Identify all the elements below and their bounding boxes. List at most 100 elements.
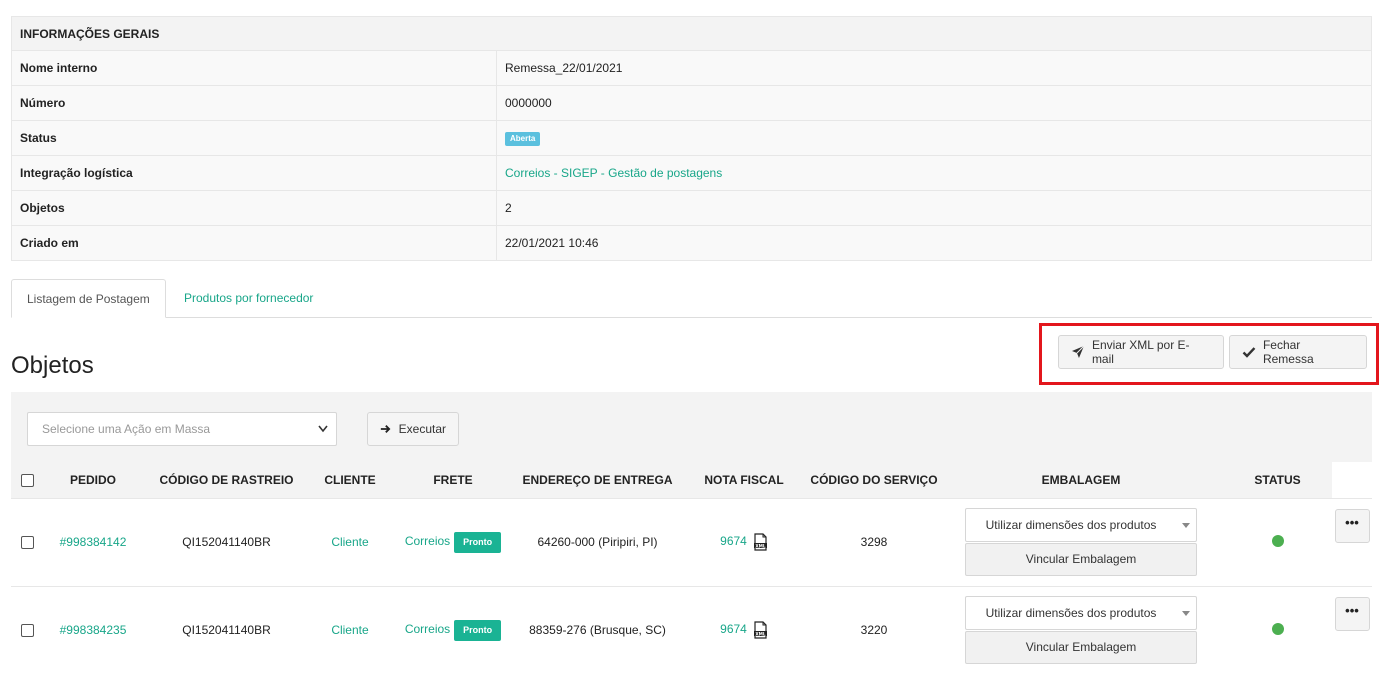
- column-header[interactable]: CLIENTE: [310, 462, 390, 498]
- freight-status-badge: Pronto: [454, 531, 502, 553]
- frete-cell: Correios Pronto: [390, 497, 516, 586]
- pedido-cell: #998384142: [43, 497, 143, 586]
- cliente-cell: Cliente: [310, 585, 390, 674]
- column-header[interactable]: NOTA FISCAL: [679, 462, 809, 498]
- carrier-label[interactable]: Correios: [405, 622, 450, 636]
- bulk-action-panel: Selecione uma Ação em Massa Executar: [11, 392, 1372, 462]
- info-value-nome-interno: Remessa_22/01/2021: [496, 50, 1372, 86]
- section-title: Objetos: [11, 352, 94, 379]
- select-all-cell: [11, 462, 43, 498]
- invoice-cell: 9674 XML: [679, 585, 809, 674]
- chevron-down-icon: [318, 413, 328, 458]
- tab-produtos-fornecedor[interactable]: Produtos por fornecedor: [169, 279, 328, 318]
- info-value-objetos: 2: [496, 190, 1372, 226]
- send-xml-email-button[interactable]: Enviar XML por E-mail: [1058, 335, 1224, 369]
- invoice-link[interactable]: 9674: [720, 622, 747, 636]
- column-header[interactable]: FRETE: [390, 462, 516, 498]
- packaging-select-value: Utilizar dimensões dos produtos: [985, 606, 1157, 621]
- arrow-right-icon: [380, 425, 391, 433]
- column-header[interactable]: PEDIDO: [43, 462, 143, 498]
- column-header[interactable]: STATUS: [1223, 462, 1332, 498]
- info-label: Objetos: [11, 190, 497, 226]
- order-link[interactable]: #998384235: [60, 623, 127, 637]
- execute-button[interactable]: Executar: [367, 412, 459, 446]
- service-code: 3220: [809, 585, 939, 674]
- integration-link[interactable]: Correios - SIGEP - Gestão de postagens: [505, 166, 722, 180]
- status-badge: Aberta: [505, 132, 541, 146]
- info-label: Criado em: [11, 225, 497, 261]
- packaging-select[interactable]: Utilizar dimensões dos produtos: [965, 508, 1197, 542]
- bulk-action-select[interactable]: Selecione uma Ação em Massa: [27, 412, 337, 446]
- info-value-numero: 0000000: [496, 85, 1372, 121]
- svg-text:XML: XML: [755, 632, 766, 638]
- column-header[interactable]: ENDEREÇO DE ENTREGA: [516, 462, 679, 498]
- packaging-cell: Utilizar dimensões dos produtos Vincular…: [939, 497, 1223, 586]
- row-select-cell: [11, 497, 43, 586]
- general-info-heading: INFORMAÇÕES GERAIS: [11, 16, 1372, 51]
- select-all-checkbox[interactable]: [20, 473, 34, 487]
- more-options-button[interactable]: •••: [1334, 508, 1370, 543]
- tracking-code: QI152041140BR: [143, 497, 310, 586]
- link-packaging-button[interactable]: Vincular Embalagem: [965, 543, 1197, 576]
- info-value-integracao: Correios - SIGEP - Gestão de postagens: [496, 155, 1372, 191]
- column-header[interactable]: CÓDIGO DO SERVIÇO: [809, 462, 939, 498]
- table-header-row: PEDIDO CÓDIGO DE RASTREIO CLIENTE FRETE …: [11, 462, 1372, 498]
- invoice-link[interactable]: 9674: [720, 534, 747, 548]
- bulk-action-placeholder: Selecione uma Ação em Massa: [42, 422, 211, 436]
- invoice-cell: 9674 XML: [679, 497, 809, 586]
- row-select-cell: [11, 585, 43, 674]
- packaging-select[interactable]: Utilizar dimensões dos produtos: [965, 596, 1197, 631]
- info-label: Status: [11, 120, 497, 156]
- column-header[interactable]: CÓDIGO DE RASTREIO: [143, 462, 310, 498]
- info-label: Integração logística: [11, 155, 497, 191]
- send-icon: [1071, 345, 1085, 358]
- table-row: #998384142 QI152041140BR Cliente Correio…: [11, 497, 1372, 586]
- status-dot-icon: [1271, 534, 1284, 547]
- delivery-address: 88359-276 (Brusque, SC): [516, 585, 679, 674]
- packaging-select-value: Utilizar dimensões dos produtos: [985, 518, 1157, 532]
- tab-listagem-postagem[interactable]: Listagem de Postagem: [11, 279, 166, 318]
- tab-bar: Listagem de Postagem Produtos por fornec…: [11, 279, 1372, 318]
- send-xml-label: Enviar XML por E-mail: [1091, 338, 1190, 366]
- delivery-address: 64260-000 (Piripiri, PI): [516, 497, 679, 586]
- more-options-button[interactable]: •••: [1334, 596, 1370, 631]
- close-batch-button[interactable]: Fechar Remessa: [1229, 335, 1367, 369]
- info-value-criado-em: 22/01/2021 10:46: [496, 225, 1372, 261]
- info-value-status: Aberta: [496, 120, 1372, 156]
- check-icon: [1242, 347, 1256, 358]
- xml-file-icon[interactable]: XML: [753, 533, 768, 551]
- column-header[interactable]: EMBALAGEM: [939, 462, 1223, 498]
- packaging-controls: Utilizar dimensões dos produtos Vincular…: [965, 596, 1197, 665]
- info-label: Número: [11, 85, 497, 121]
- freight-status-badge: Pronto: [454, 619, 502, 641]
- info-label: Nome interno: [11, 50, 497, 86]
- caret-down-icon: [1182, 523, 1190, 528]
- packaging-cell: Utilizar dimensões dos produtos Vincular…: [939, 585, 1223, 674]
- objects-table: PEDIDO CÓDIGO DE RASTREIO CLIENTE FRETE …: [11, 462, 1372, 674]
- order-link[interactable]: #998384142: [60, 535, 127, 549]
- status-cell: [1223, 497, 1332, 586]
- packaging-controls: Utilizar dimensões dos produtos Vincular…: [965, 508, 1197, 576]
- customer-link[interactable]: Cliente: [331, 623, 368, 637]
- caret-down-icon: [1182, 611, 1190, 617]
- general-info-table: INFORMAÇÕES GERAIS Nome interno Remessa_…: [11, 16, 1372, 261]
- actions-cell: •••: [1332, 585, 1372, 674]
- xml-file-icon[interactable]: XML: [753, 621, 768, 639]
- status-dot-icon: [1271, 622, 1284, 635]
- customer-link[interactable]: Cliente: [331, 535, 368, 549]
- svg-text:XML: XML: [755, 543, 766, 549]
- execute-label: Executar: [398, 422, 446, 436]
- cliente-cell: Cliente: [310, 497, 390, 586]
- row-checkbox[interactable]: [20, 536, 34, 550]
- link-packaging-button[interactable]: Vincular Embalagem: [965, 631, 1197, 665]
- actions-cell: •••: [1332, 497, 1372, 586]
- close-batch-label: Fechar Remessa: [1262, 338, 1314, 366]
- table-row: #998384235 QI152041140BR Cliente Correio…: [11, 585, 1372, 674]
- frete-cell: Correios Pronto: [390, 585, 516, 674]
- tracking-code: QI152041140BR: [143, 585, 310, 674]
- pedido-cell: #998384235: [43, 585, 143, 674]
- row-checkbox[interactable]: [20, 624, 34, 638]
- carrier-label[interactable]: Correios: [405, 534, 450, 548]
- status-cell: [1223, 585, 1332, 674]
- service-code: 3298: [809, 497, 939, 586]
